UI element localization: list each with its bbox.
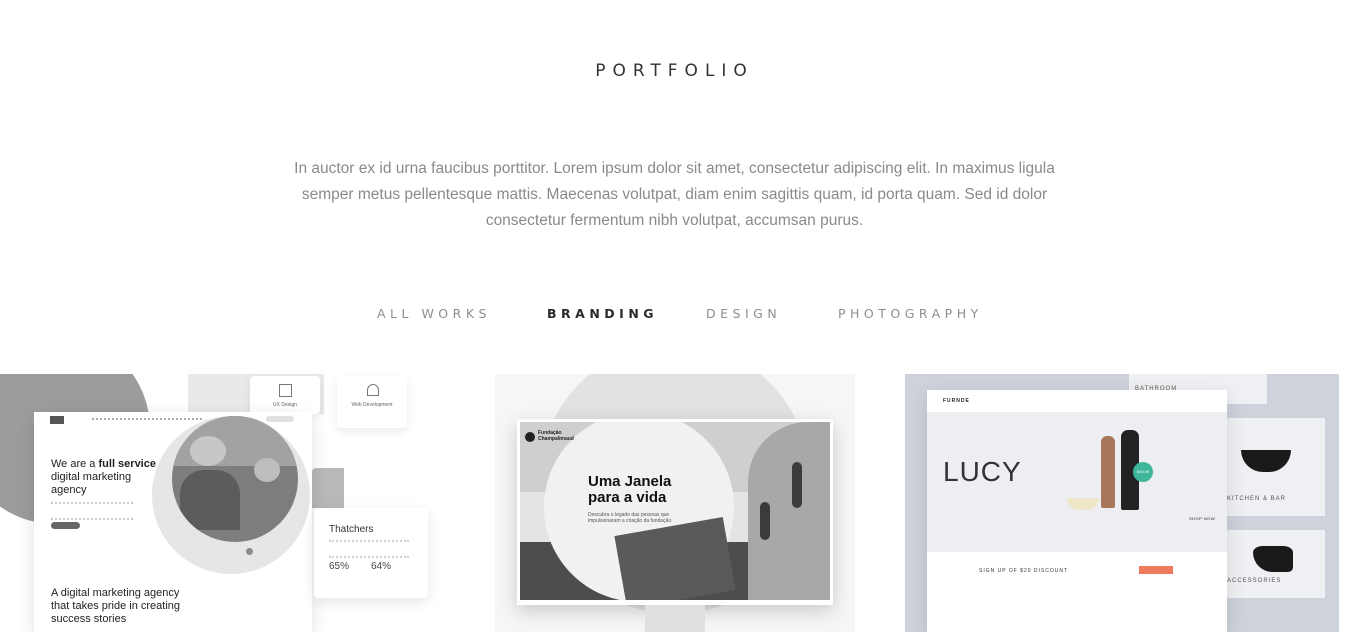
filter-all-works[interactable]: ALL WORKS [377, 306, 491, 321]
signup-text: SIGN UP OF $20 DISCOUNT [979, 568, 1069, 574]
stats-title: Thatchers [329, 524, 374, 535]
feature-card-web: Web Development [337, 376, 407, 428]
shop-title: LUCY [943, 456, 1022, 487]
filter-branding[interactable]: BRANDING [547, 306, 658, 321]
museum-sub: Descubra o legado das pessoas que impuls… [588, 512, 672, 524]
museum-headline: Uma Janela para a vida [588, 473, 672, 506]
brand-name: Fundação Champalimaud [538, 430, 574, 442]
stat-1: 65% [329, 561, 350, 572]
filter-photography[interactable]: PHOTOGRAPHY [838, 306, 983, 321]
agency-body-lines [51, 502, 133, 520]
shop-logo: FURNDE [943, 398, 970, 404]
hero-photo [172, 416, 298, 542]
dot [246, 548, 253, 555]
building-icon [367, 384, 379, 396]
monitor-stand [645, 605, 705, 632]
intro-text: In auctor ex id urna faucibus porttitor.… [294, 160, 1055, 229]
grid-icon [279, 384, 292, 397]
portfolio-filters: ALL WORKS BRANDING DESIGN PHOTOGRAPHY [0, 306, 1349, 326]
agency-button [51, 522, 80, 529]
stats-card: Thatchers 65% 64% [314, 508, 428, 598]
portfolio-item-agency[interactable]: UX Design Web Development We are a full … [0, 374, 448, 632]
side-card-accessories: ACCESSORIES [1227, 530, 1325, 598]
site-hero: Fundação Champalimaud Uma Janela para a … [520, 422, 830, 600]
site-logo [50, 416, 64, 424]
feature-card-ux: UX Design [250, 376, 320, 414]
portfolio-item-furnde[interactable]: BATHROOM KITCHEN & BAR ACCESSORIES FURND… [905, 374, 1339, 632]
signup-button [1139, 566, 1173, 574]
side-card-kitchen: KITCHEN & BAR [1227, 418, 1325, 516]
horn [1253, 546, 1293, 572]
agency-heading: We are a full service digital marketing … [51, 458, 156, 496]
pan [1241, 450, 1291, 472]
brand-logo [525, 432, 535, 442]
stat-2: 64% [371, 561, 392, 572]
page-title: PORTFOLIO [595, 61, 754, 81]
shop-cta: SHOP NOW [1189, 516, 1216, 521]
price-badge: $49.99 [1133, 462, 1153, 482]
agency-site-mockup: We are a full service digital marketing … [34, 412, 312, 632]
agency-tagline: A digital marketing agency that takes pr… [51, 587, 181, 625]
filter-design[interactable]: DESIGN [706, 306, 781, 321]
stats-body [329, 540, 409, 558]
decor-photo [312, 468, 344, 508]
monitor-screen: Fundação Champalimaud Uma Janela para a … [517, 419, 833, 605]
portfolio-item-fundacao[interactable]: Fundação Champalimaud Uma Janela para a … [495, 374, 855, 632]
pepper-mill-wood [1101, 436, 1115, 508]
shop-site-mockup: FURNDE LUCY $49.99 SHOP NOW SIGN UP OF $… [927, 390, 1227, 632]
